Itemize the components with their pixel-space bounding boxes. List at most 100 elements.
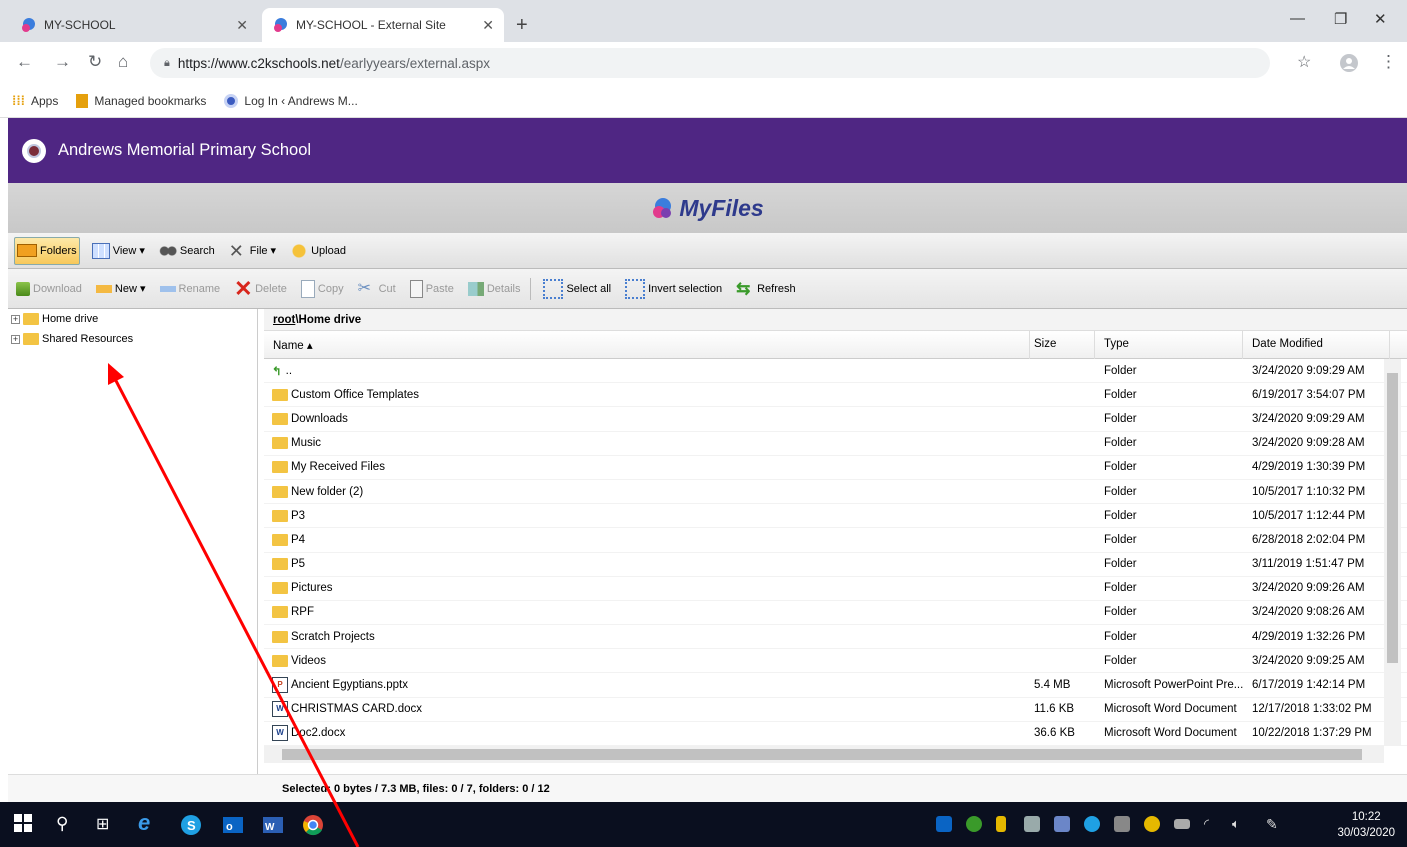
profile-avatar-icon[interactable]	[1340, 54, 1358, 77]
cell-name: W Doc2.docx	[272, 725, 345, 742]
bookmark-managed[interactable]: Managed bookmarks	[76, 93, 206, 108]
expand-plus-icon[interactable]: +	[11, 334, 20, 344]
chrome-icon[interactable]	[302, 814, 324, 836]
column-type[interactable]: Type	[1104, 338, 1129, 350]
table-row[interactable]: W CHRISTMAS CARD.docx 11.6 KB Microsoft Wor…	[264, 698, 1407, 722]
cut-button[interactable]: ✂ Cut	[356, 275, 398, 303]
tray-shield-icon[interactable]	[996, 816, 1006, 832]
table-row[interactable]: Scratch Projects Folder 4/29/2019 1:32:26 …	[264, 625, 1407, 650]
skype-icon[interactable]: S	[180, 814, 202, 836]
reload-icon[interactable]: ↻	[88, 52, 102, 72]
word-icon[interactable]: W	[262, 814, 284, 836]
table-row[interactable]: P4 Folder 6/28/2018 2:02:04 PM	[264, 528, 1407, 553]
outlook-icon[interactable]: o	[222, 814, 244, 836]
internet-explorer-icon[interactable]: e	[138, 810, 160, 835]
menu-kebab-icon[interactable]: ⋮	[1380, 52, 1397, 72]
table-row[interactable]: P3 Folder 10/5/2017 1:12:44 PM	[264, 504, 1407, 529]
folders-icon	[17, 244, 37, 257]
table-row[interactable]: My Received Files Folder 4/29/2019 1:30:39…	[264, 456, 1407, 480]
copy-button[interactable]: Copy	[299, 275, 346, 303]
close-window-icon[interactable]: ✕	[1374, 10, 1387, 28]
restore-icon[interactable]: ❐	[1334, 10, 1347, 28]
table-row[interactable]: RPF Folder 3/24/2020 9:08:26 AM	[264, 601, 1407, 626]
table-row[interactable]: P5 Folder 3/11/2019 1:51:47 PM	[264, 553, 1407, 577]
cell-type: Folder	[1104, 558, 1137, 571]
file-menu-button[interactable]: ✕ File ▾	[227, 237, 278, 265]
refresh-button[interactable]: ⇆ Refresh	[734, 275, 798, 303]
expand-plus-icon[interactable]: +	[11, 314, 20, 324]
bookmark-login[interactable]: Log In ‹ Andrews M...	[224, 93, 358, 108]
table-row[interactable]: P Ancient Egyptians.pptx 5.4 MB Microsoft P…	[264, 673, 1407, 698]
tray-sync-icon[interactable]	[966, 816, 982, 832]
battery-icon[interactable]	[1174, 819, 1190, 829]
cell-date: 6/17/2019 1:42:14 PM	[1252, 679, 1366, 692]
tab-my-school[interactable]: MY-SCHOOL ✕	[10, 8, 258, 42]
column-size[interactable]: Size	[1034, 338, 1056, 350]
delete-button[interactable]: ✕ Delete	[232, 275, 289, 303]
cell-name: P4	[272, 533, 305, 546]
url-field[interactable]: 🔒︎ https://www.c2kschools.net/earlyyears…	[150, 48, 1270, 78]
table-row[interactable]: New folder (2) Folder 10/5/2017 1:10:32 PM	[264, 480, 1407, 505]
cell-type: Microsoft Word Document	[1104, 703, 1237, 716]
system-clock[interactable]: 10:22 30/03/2020	[1337, 809, 1395, 841]
folder-icon	[272, 630, 288, 643]
folders-button[interactable]: Folders	[14, 236, 80, 265]
minimize-icon[interactable]: —	[1290, 10, 1305, 27]
tray-printer-icon[interactable]	[1024, 816, 1040, 832]
file-name: Scratch Projects	[291, 630, 375, 643]
tree-item-shared-resources[interactable]: + Shared Resources	[8, 329, 257, 349]
close-tab-icon[interactable]: ✕	[482, 17, 494, 34]
table-row[interactable]: Downloads Folder 3/24/2020 9:09:29 AM	[264, 407, 1407, 432]
breadcrumb: root \Home drive	[264, 309, 1407, 331]
volume-icon[interactable]: 🔈︎	[1232, 816, 1248, 832]
tray-skype-icon[interactable]	[1084, 816, 1100, 832]
table-row[interactable]: Pictures Folder 3/24/2020 9:09:26 AM	[264, 577, 1407, 601]
tray-app-icon[interactable]	[1144, 816, 1160, 832]
download-button[interactable]: Download	[14, 275, 84, 303]
bookmark-star-icon[interactable]: ☆	[1297, 52, 1311, 72]
bookmark-apps[interactable]: ⁞⁞⁞ Apps	[12, 93, 58, 108]
back-icon[interactable]: ←	[16, 52, 33, 72]
folder-icon	[272, 461, 288, 474]
table-row[interactable]: ↰.. Folder 3/24/2020 9:09:29 AM	[264, 359, 1407, 384]
breadcrumb-root-link[interactable]: root	[273, 314, 295, 326]
vertical-scrollbar[interactable]	[1384, 359, 1401, 746]
column-name[interactable]: Name ▴	[273, 338, 313, 352]
paste-button[interactable]: Paste	[408, 275, 456, 303]
table-row[interactable]: Videos Folder 3/24/2020 9:09:25 AM	[264, 649, 1407, 674]
table-row[interactable]: Music Folder 3/24/2020 9:09:28 AM	[264, 432, 1407, 456]
cell-name: Pictures	[272, 582, 333, 595]
column-date-modified[interactable]: Date Modified	[1252, 338, 1323, 350]
tray-device-icon[interactable]	[1114, 816, 1130, 832]
search-button[interactable]: Search	[157, 237, 217, 265]
pen-icon[interactable]: ✎	[1266, 816, 1282, 832]
scroll-thumb[interactable]	[282, 749, 1362, 760]
wifi-icon[interactable]: ◜	[1204, 816, 1220, 832]
table-row[interactable]: Custom Office Templates Folder 6/19/2017 3…	[264, 383, 1407, 408]
search-icon[interactable]: ⚲	[56, 814, 78, 836]
upload-button[interactable]: Upload	[288, 237, 348, 265]
details-button[interactable]: Details	[466, 275, 523, 303]
view-button[interactable]: View ▾	[90, 237, 147, 265]
close-tab-icon[interactable]: ✕	[236, 17, 248, 34]
tray-outlook-icon[interactable]	[936, 816, 952, 832]
windows-start-icon[interactable]	[14, 814, 36, 836]
new-button[interactable]: New ▾	[94, 275, 148, 303]
forward-icon[interactable]: →	[54, 52, 71, 72]
table-row[interactable]: W Doc2.docx 36.6 KB Microsoft Word Document…	[264, 722, 1407, 746]
tree-item-home-drive[interactable]: + Home drive	[8, 309, 257, 329]
delete-label: Delete	[255, 282, 287, 295]
cell-name: Downloads	[272, 412, 348, 425]
file-name: Custom Office Templates	[291, 388, 420, 401]
bookmark-label: Log In ‹ Andrews M...	[244, 93, 358, 108]
invert-selection-button[interactable]: Invert selection	[623, 275, 724, 303]
home-icon[interactable]: ⌂	[118, 52, 128, 72]
rename-button[interactable]: Rename	[158, 275, 223, 303]
scroll-thumb[interactable]	[1387, 373, 1398, 663]
select-all-button[interactable]: Select all	[541, 275, 613, 303]
tray-network-icon[interactable]	[1054, 816, 1070, 832]
horizontal-scrollbar[interactable]	[264, 746, 1384, 763]
task-view-icon[interactable]: ⊞	[96, 814, 118, 836]
new-tab-icon[interactable]: +	[516, 14, 528, 37]
tab-my-school-external[interactable]: MY-SCHOOL - External Site ✕	[262, 8, 504, 42]
